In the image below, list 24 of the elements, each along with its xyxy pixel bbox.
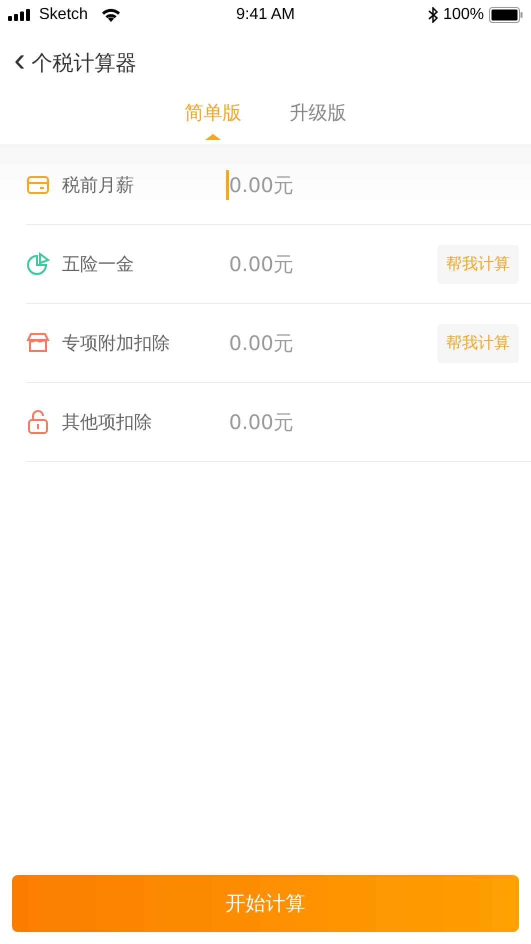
wifi-icon: [100, 8, 121, 22]
field-label: 五险一金: [62, 253, 135, 276]
amount-field[interactable]: 0.00元: [226, 249, 379, 279]
help-calculate-button[interactable]: 帮我计算: [437, 324, 519, 362]
amount-field[interactable]: 0.00元: [226, 170, 379, 200]
card-icon: [26, 175, 50, 195]
back-button[interactable]: ‹: [14, 43, 26, 77]
field-label: 专项附加扣除: [62, 332, 171, 355]
bluetooth-icon: [428, 7, 438, 23]
battery-percent: 100%: [443, 6, 484, 24]
calculate-button[interactable]: 开始计算: [12, 875, 519, 932]
clock: 9:41 AM: [236, 6, 295, 24]
page-title: 个税计算器: [31, 50, 136, 77]
field-label: 税前月薪: [62, 174, 135, 197]
carrier-name: Sketch: [39, 6, 88, 24]
tab[interactable]: 升级版: [290, 96, 346, 140]
amount-field[interactable]: 0.00元: [226, 328, 379, 358]
amount-field[interactable]: 0.00元: [226, 407, 379, 437]
help-calculate-button[interactable]: 帮我计算: [437, 244, 519, 284]
lock-icon: [26, 409, 50, 435]
box-icon: [26, 332, 50, 354]
battery-icon: [489, 7, 524, 23]
field-label: 其他项扣除: [62, 411, 153, 434]
pie-chart-icon: [26, 252, 50, 276]
